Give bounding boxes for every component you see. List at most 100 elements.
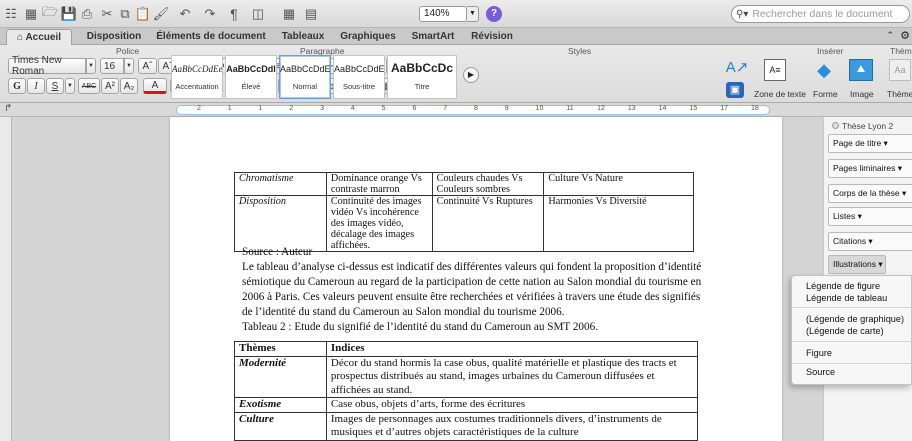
new-document-icon[interactable]: ☷ xyxy=(4,5,18,23)
panel-button-citations[interactable]: Citations ▾ xyxy=(828,232,912,251)
table-cell[interactable]: Exotisme xyxy=(234,397,327,413)
document-page[interactable]: Chromatisme Dominance orange Vs contrast… xyxy=(170,117,782,441)
zoom-field[interactable]: 140% xyxy=(419,6,467,22)
menu-item-figure[interactable]: Figure xyxy=(806,347,832,359)
menu-item-legende-tableau[interactable]: Légende de tableau xyxy=(806,292,887,304)
font-color-icon[interactable]: A xyxy=(143,78,167,94)
vertical-ruler[interactable] xyxy=(0,117,12,441)
media-browser-icon[interactable]: ▤ xyxy=(303,5,319,23)
tab-graphiques[interactable]: Graphiques xyxy=(334,29,402,45)
format-painter-icon[interactable]: 🖌 xyxy=(153,5,170,23)
print-icon[interactable]: ⎙ xyxy=(80,5,94,23)
shape-icon[interactable]: ◆ xyxy=(812,59,836,81)
panel-title: Thèse Lyon 2 xyxy=(832,121,893,131)
font-name-select[interactable]: Times New Roman xyxy=(8,55,86,77)
subscript-icon[interactable]: A₂ xyxy=(120,78,138,94)
panel-button-pages-liminaires[interactable]: Pages liminaires ▾ xyxy=(828,159,912,178)
tab-tableaux[interactable]: Tableaux xyxy=(272,29,334,45)
menu-item-legende-carte[interactable]: (Légende de carte) xyxy=(806,325,884,337)
redo-icon[interactable]: ↷ xyxy=(199,5,221,23)
menu-item-legende-figure[interactable]: Légende de figure xyxy=(806,280,880,292)
tab-disposition[interactable]: Disposition xyxy=(78,29,150,45)
themes-icon[interactable]: Aa xyxy=(889,59,911,81)
chevron-down-icon[interactable]: ▼ xyxy=(124,58,134,74)
tab-stop-icon[interactable]: ↱ xyxy=(4,103,12,114)
style-sample: AaBbCcDdEe xyxy=(334,64,384,74)
table-cell[interactable]: Disposition xyxy=(234,195,327,252)
gallery-next-icon[interactable]: ▶ xyxy=(463,67,479,83)
table-cell[interactable]: Continuité des images vidéo Vs incohéren… xyxy=(325,195,433,252)
table-caption[interactable]: Tableau 2 : Etude du signifié de l’ident… xyxy=(242,320,712,335)
image-icon[interactable]: ⛰ xyxy=(849,59,873,81)
table-cell[interactable]: Harmonies Vs Diversité xyxy=(543,195,694,252)
ruler-tick-label: 12 xyxy=(597,105,605,112)
font-size-select[interactable]: 16 xyxy=(100,58,124,74)
style-accentuation[interactable]: AaBbCcDdEe Accentuation xyxy=(171,55,223,99)
tab-elements-document[interactable]: Éléments de document xyxy=(153,29,269,45)
panel-button-illustrations[interactable]: Illustrations ▾ xyxy=(828,255,886,274)
panel-button-page-de-titre[interactable]: Page de titre ▾ xyxy=(828,134,912,153)
table-cell[interactable]: Modernité xyxy=(234,355,327,398)
home-icon: ⌂ xyxy=(16,32,24,43)
source-line[interactable]: Source : Auteur xyxy=(242,245,712,260)
show-formatting-button[interactable]: ¶ xyxy=(227,5,241,23)
table-row: Modernité Décor du stand hormis la case … xyxy=(234,355,699,398)
style-titre[interactable]: AaBbCcDc Titre xyxy=(387,55,457,99)
tab-accueil[interactable]: ⌂ Accueil xyxy=(6,29,72,45)
table-cell[interactable]: Culture Vs Nature xyxy=(543,172,694,196)
ruler-tick-label: 2 xyxy=(197,105,201,112)
chevron-down-icon[interactable]: ▼ xyxy=(86,58,96,74)
radio-icon[interactable] xyxy=(832,122,839,129)
chevron-down-icon[interactable]: ▼ xyxy=(467,6,479,22)
cut-icon[interactable]: ✂ xyxy=(100,5,114,23)
menu-item-legende-graphique[interactable]: (Légende de graphique) xyxy=(806,313,904,325)
table-row: Culture Images de personnages aux costum… xyxy=(234,411,699,441)
search-input[interactable]: ⚲▾ Rechercher dans le document xyxy=(731,5,910,23)
horizontal-ruler-bar: ↱ 2 1 1 2 3 4 5 6 7 8 9 10 11 12 13 14 15 17 18 xyxy=(0,103,912,117)
tab-smartart[interactable]: SmartArt xyxy=(404,29,462,45)
save-icon[interactable]: 💾 xyxy=(61,5,77,23)
templates-icon[interactable]: ▦ xyxy=(24,5,38,23)
collapse-ribbon-icon[interactable]: ⌃ xyxy=(886,30,894,41)
panel-button-listes[interactable]: Listes ▾ xyxy=(828,207,912,226)
superscript-icon[interactable]: A² xyxy=(101,78,119,94)
sidebar-toggle-icon[interactable]: ◫ xyxy=(246,5,270,23)
table-row: Disposition Continuité des images vidéo … xyxy=(234,195,694,252)
table-cell[interactable]: Case obus, objets d’arts, forme des écri… xyxy=(325,397,699,413)
text-effects-style-icon[interactable]: A↗ xyxy=(726,59,749,76)
analysis-paragraph[interactable]: Le tableau d’analyse ci-dessus est indic… xyxy=(242,260,712,320)
undo-icon[interactable]: ↶ xyxy=(174,5,196,23)
table-header-cell[interactable]: Thèmes xyxy=(234,341,327,357)
grow-font-icon[interactable]: Aˆ xyxy=(138,58,157,74)
bold-button[interactable]: G xyxy=(8,78,26,94)
italic-button[interactable]: I xyxy=(27,78,45,94)
table-cell[interactable]: Chromatisme xyxy=(234,172,327,196)
copy-icon[interactable]: ⧉ xyxy=(118,5,132,23)
styles-pane-icon[interactable]: ▣ xyxy=(726,82,744,98)
table-header-cell[interactable]: Indices xyxy=(325,341,699,357)
text-box-icon[interactable]: A≡ xyxy=(764,59,786,81)
menu-item-source[interactable]: Source xyxy=(806,366,835,378)
style-eleve[interactable]: AaBbCcDdI Élevé xyxy=(225,55,277,99)
style-sous-titre[interactable]: AaBbCcDdEe Sous-titre xyxy=(333,55,385,99)
paste-icon[interactable]: 📋 xyxy=(135,5,151,23)
style-normal[interactable]: AaBbCcDdE Normal xyxy=(279,55,331,99)
help-icon[interactable]: ? xyxy=(486,6,502,22)
table-cell[interactable]: Décor du stand hormis la case obus, qual… xyxy=(325,355,699,398)
table-cell[interactable]: Culture xyxy=(234,411,327,441)
panel-button-corps-de-la-these[interactable]: Corps de la thèse ▾ xyxy=(828,184,912,203)
gear-icon[interactable]: ⚙ xyxy=(900,29,910,42)
chevron-down-icon[interactable]: ▼ xyxy=(65,78,75,94)
table-cell[interactable]: Dominance orange Vs contraste marron xyxy=(325,172,433,196)
body-text[interactable]: Source : Auteur Le tableau d’analyse ci-… xyxy=(242,245,712,335)
tab-revision[interactable]: Révision xyxy=(462,29,522,45)
underline-button[interactable]: S xyxy=(46,78,64,94)
open-folder-icon[interactable]: 🗁 xyxy=(42,4,58,23)
strikethrough-icon[interactable]: ABC xyxy=(78,78,100,94)
table-icon[interactable]: ▦ xyxy=(278,5,300,23)
table-cell[interactable]: Couleurs chaudes Vs Couleurs sombres xyxy=(431,172,545,196)
horizontal-ruler[interactable]: 2 1 1 2 3 4 5 6 7 8 9 10 11 12 13 14 15 17 18 xyxy=(176,105,770,115)
insert-label-zone-de-texte: Zone de texte xyxy=(754,89,806,99)
table-cell[interactable]: Continuité Vs Ruptures xyxy=(431,195,545,252)
table-cell[interactable]: Images de personnages aux costumes tradi… xyxy=(325,411,699,441)
